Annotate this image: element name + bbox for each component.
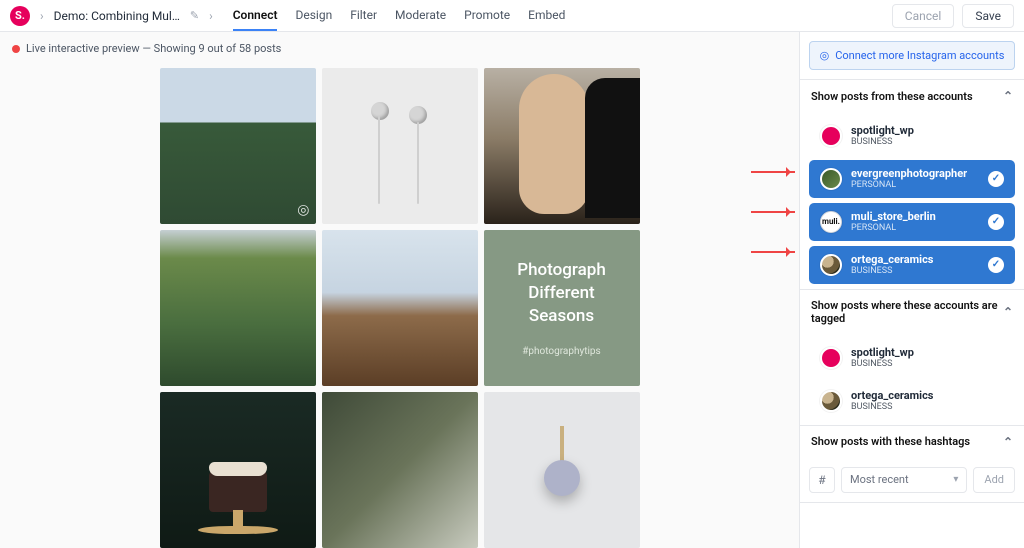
settings-sidebar: ◎ Connect more Instagram accounts Show p… bbox=[799, 32, 1024, 548]
feature-heading: Photograph Different Seasons bbox=[502, 259, 622, 328]
top-toolbar: S. › Demo: Combining Mul… ✎ › Connect De… bbox=[0, 0, 1024, 32]
editor-tabs: Connect Design Filter Moderate Promote E… bbox=[233, 0, 566, 31]
connect-accounts-label: Connect more Instagram accounts bbox=[835, 49, 1004, 62]
chevron-up-icon: ⌃ bbox=[1003, 305, 1013, 319]
avatar bbox=[820, 254, 842, 276]
tab-connect[interactable]: Connect bbox=[233, 0, 278, 31]
check-icon: ✓ bbox=[988, 257, 1004, 273]
account-name: ortega_ceramics bbox=[851, 253, 933, 266]
instagram-icon: ◎ bbox=[297, 202, 309, 218]
annotation-arrow-icon bbox=[751, 211, 795, 213]
section-tagged-header[interactable]: Show posts where these accounts are tagg… bbox=[800, 290, 1024, 334]
account-name: evergreenphotographer bbox=[851, 167, 967, 180]
account-type: BUSINESS bbox=[851, 402, 933, 413]
post-tile[interactable]: Photograph Different Seasons #photograph… bbox=[484, 230, 640, 386]
tab-promote[interactable]: Promote bbox=[464, 0, 510, 31]
select-value: Most recent bbox=[850, 473, 909, 486]
preview-canvas: Live interactive preview — Showing 9 out… bbox=[0, 32, 799, 548]
annotation-arrow-icon bbox=[751, 251, 795, 253]
hashtag-sort-select[interactable]: Most recent ▾ bbox=[841, 467, 967, 493]
edit-title-icon[interactable]: ✎ bbox=[190, 9, 199, 22]
connect-accounts-button[interactable]: ◎ Connect more Instagram accounts bbox=[809, 41, 1015, 70]
preview-status-text: Live interactive preview — Showing 9 out… bbox=[26, 42, 281, 55]
account-row[interactable]: ortega_ceramicsBUSINESS ✓ bbox=[809, 246, 1015, 284]
section-title: Show posts with these hashtags bbox=[811, 435, 970, 448]
post-tile[interactable] bbox=[484, 392, 640, 548]
chevron-up-icon: ⌃ bbox=[1003, 435, 1013, 449]
chevron-right-icon: › bbox=[40, 9, 44, 23]
live-dot-icon bbox=[12, 45, 20, 53]
account-name: spotlight_wp bbox=[851, 124, 914, 137]
account-type: PERSONAL bbox=[851, 223, 936, 234]
check-icon: ✓ bbox=[988, 214, 1004, 230]
section-title: Show posts from these accounts bbox=[811, 90, 973, 103]
account-name: ortega_ceramics bbox=[851, 389, 933, 402]
app-logo[interactable]: S. bbox=[10, 6, 30, 26]
chevron-right-icon: › bbox=[209, 9, 213, 23]
account-row[interactable]: spotlight_wpBUSINESS bbox=[809, 339, 1015, 377]
account-type: BUSINESS bbox=[851, 359, 914, 370]
account-type: PERSONAL bbox=[851, 180, 967, 191]
post-tile[interactable] bbox=[322, 392, 478, 548]
chevron-up-icon: ⌃ bbox=[1003, 89, 1013, 103]
account-name: muli_store_berlin bbox=[851, 210, 936, 223]
hashtag-prefix: # bbox=[809, 467, 835, 493]
add-hashtag-button[interactable]: Add bbox=[973, 467, 1015, 493]
avatar: muli. bbox=[820, 211, 842, 233]
preview-status: Live interactive preview — Showing 9 out… bbox=[0, 32, 799, 65]
section-title: Show posts where these accounts are tagg… bbox=[811, 299, 1003, 325]
account-row[interactable]: muli. muli_store_berlinPERSONAL ✓ bbox=[809, 203, 1015, 241]
account-row[interactable]: ortega_ceramicsBUSINESS bbox=[809, 382, 1015, 420]
post-tile[interactable] bbox=[322, 68, 478, 224]
post-tile[interactable] bbox=[322, 230, 478, 386]
chevron-down-icon: ▾ bbox=[953, 474, 958, 485]
account-row[interactable]: spotlight_wpBUSINESS bbox=[809, 117, 1015, 155]
post-tile[interactable] bbox=[484, 68, 640, 224]
feature-hashtag: #photographytips bbox=[522, 346, 600, 357]
tab-embed[interactable]: Embed bbox=[528, 0, 565, 31]
avatar bbox=[820, 168, 842, 190]
account-type: BUSINESS bbox=[851, 266, 933, 277]
page-title: Demo: Combining Mul… bbox=[54, 9, 180, 23]
tab-moderate[interactable]: Moderate bbox=[395, 0, 446, 31]
avatar bbox=[820, 390, 842, 412]
annotation-arrow-icon bbox=[751, 171, 795, 173]
tab-filter[interactable]: Filter bbox=[350, 0, 377, 31]
post-grid: ◎ Photograph Different Seasons #photogra… bbox=[160, 68, 640, 548]
tab-design[interactable]: Design bbox=[295, 0, 332, 31]
avatar bbox=[820, 125, 842, 147]
post-tile[interactable]: ◎ bbox=[160, 68, 316, 224]
account-row[interactable]: evergreenphotographerPERSONAL ✓ bbox=[809, 160, 1015, 198]
save-button[interactable]: Save bbox=[962, 4, 1014, 28]
avatar bbox=[820, 347, 842, 369]
account-name: spotlight_wp bbox=[851, 346, 914, 359]
account-type: BUSINESS bbox=[851, 137, 914, 148]
cancel-button[interactable]: Cancel bbox=[892, 4, 955, 28]
section-show-from-header[interactable]: Show posts from these accounts ⌃ bbox=[800, 80, 1024, 112]
check-icon: ✓ bbox=[988, 171, 1004, 187]
post-tile[interactable] bbox=[160, 230, 316, 386]
section-hashtags-header[interactable]: Show posts with these hashtags ⌃ bbox=[800, 426, 1024, 458]
instagram-outline-icon: ◎ bbox=[820, 49, 830, 62]
post-tile[interactable] bbox=[160, 392, 316, 548]
